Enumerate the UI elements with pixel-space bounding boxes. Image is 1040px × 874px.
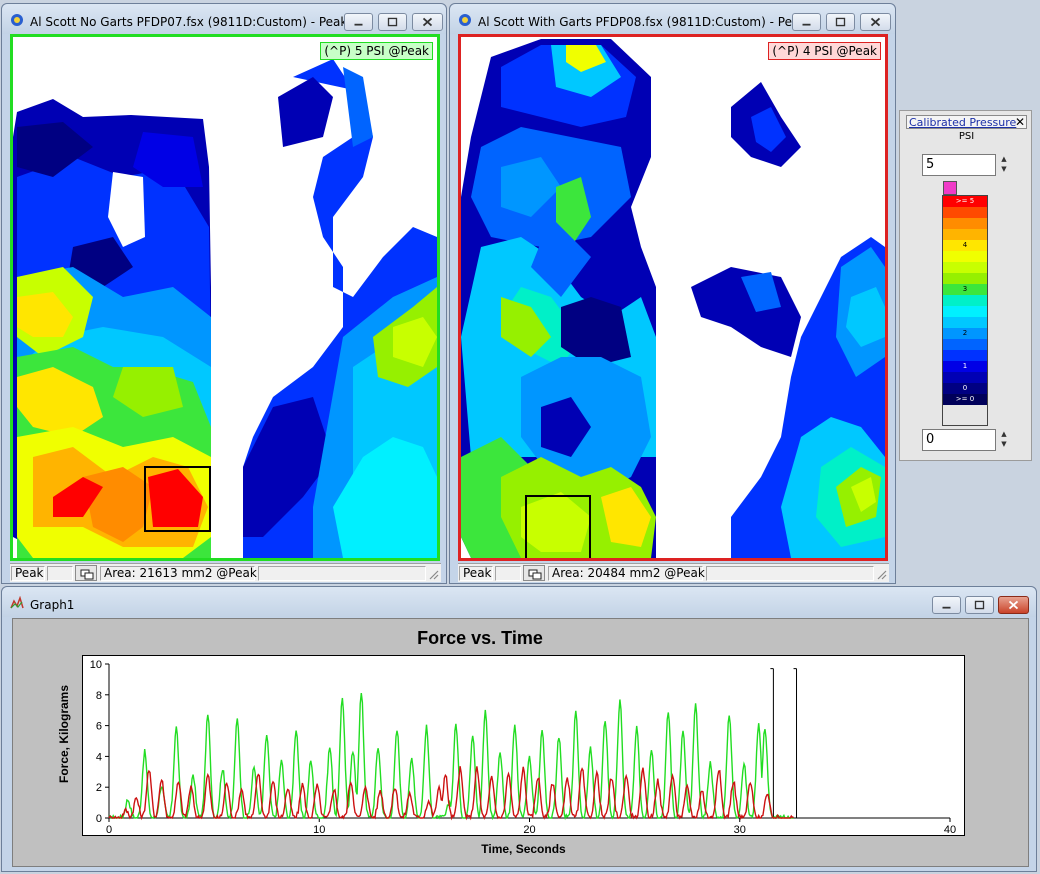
color-band: >= 5 [943, 196, 987, 207]
title-bar[interactable]: Al Scott With Garts PFDP08.fsx (9811D:Cu… [450, 4, 895, 34]
x-tick-label: 40 [944, 824, 956, 835]
color-band [943, 273, 987, 284]
window-title: Al Scott No Garts PFDP07.fsx (9811D:Cust… [30, 15, 348, 29]
title-bar[interactable]: Al Scott No Garts PFDP07.fsx (9811D:Cust… [2, 4, 446, 34]
color-band [943, 218, 987, 229]
resize-grip-icon[interactable] [427, 568, 439, 580]
color-band-label: 2 [962, 329, 968, 337]
status-area: Area: 20484 mm2 @Peak [548, 566, 705, 581]
status-bar: Peak Area: 21613 mm2 @Peak [10, 563, 441, 582]
legend-close-icon[interactable]: ✕ [1015, 115, 1025, 129]
min-value-input[interactable]: 0 [922, 429, 996, 451]
calibrated-pressure-legend[interactable]: Calibrated Pressure ✕ PSI 5 ▲ ▼ >= 5 4 3 2 1 0… [899, 110, 1032, 461]
status-blank [706, 566, 874, 581]
max-spin-arrows-icon[interactable]: ▲ ▼ [999, 154, 1009, 176]
window-arrange-button[interactable] [75, 565, 97, 581]
scale-label: (^P) 4 PSI @Peak [768, 42, 881, 60]
x-tick-label: 0 [106, 824, 112, 835]
status-mode: Peak [11, 566, 45, 581]
close-button[interactable] [998, 596, 1029, 614]
close-button[interactable] [412, 13, 443, 31]
color-band: 0 [943, 383, 987, 394]
minimize-button[interactable] [792, 13, 821, 31]
color-band: 2 [943, 328, 987, 339]
legend-header[interactable]: Calibrated Pressure ✕ [906, 115, 1027, 129]
minimize-button[interactable] [932, 596, 961, 614]
window-arrange-button[interactable] [523, 565, 545, 581]
resize-grip-icon[interactable] [875, 568, 887, 580]
color-band: 3 [943, 284, 987, 295]
close-button[interactable] [860, 13, 891, 31]
pressure-map-view[interactable]: (^P) 5 PSI @Peak [10, 34, 440, 561]
min-spin-arrows-icon[interactable]: ▲ ▼ [999, 429, 1009, 451]
color-band-label: >= 5 [955, 197, 975, 205]
color-band [943, 350, 987, 361]
color-band-label: 1 [962, 362, 968, 370]
color-band: 1 [943, 361, 987, 372]
x-tick-label: 10 [313, 824, 325, 835]
color-band [943, 229, 987, 240]
graph-canvas[interactable]: Force vs. Time Force, Kilograms 0 2 4 6 8 10 0… [12, 618, 1029, 867]
y-tick-label: 0 [96, 813, 102, 825]
status-blank [258, 566, 426, 581]
app-icon [459, 14, 471, 26]
y-tick-label: 6 [96, 721, 102, 733]
status-bar: Peak Area: 20484 mm2 @Peak [458, 563, 889, 582]
legend-unit: PSI [958, 131, 975, 142]
color-band [943, 339, 987, 350]
status-blank [47, 566, 73, 581]
color-band [943, 262, 987, 273]
color-band: >= 0 [943, 394, 987, 405]
color-band [943, 306, 987, 317]
saturation-color-swatch[interactable] [943, 181, 957, 195]
color-band-label: 3 [962, 285, 968, 293]
y-tick-label: 8 [96, 690, 102, 702]
color-band-label: >= 0 [955, 395, 975, 403]
x-tick-label: 20 [523, 824, 535, 835]
maximize-button[interactable] [826, 13, 855, 31]
max-value-input[interactable]: 5 [922, 154, 996, 176]
color-band-label: 4 [962, 241, 968, 249]
pressure-window-no-garts[interactable]: Al Scott No Garts PFDP07.fsx (9811D:Cust… [1, 3, 447, 584]
scale-label: (^P) 5 PSI @Peak [320, 42, 433, 60]
status-mode: Peak [459, 566, 493, 581]
graph-app-icon [10, 596, 24, 609]
pressure-map-left [13, 59, 437, 558]
maximize-button[interactable] [378, 13, 407, 31]
y-axis-label: Force, Kilograms [57, 684, 71, 784]
y-tick-label: 2 [96, 782, 102, 794]
minimize-button[interactable] [344, 13, 373, 31]
maximize-button[interactable] [965, 596, 994, 614]
chart-title: Force vs. Time [417, 628, 543, 648]
window-title: Al Scott With Garts PFDP08.fsx (9811D:Cu… [478, 15, 807, 29]
status-area: Area: 21613 mm2 @Peak [100, 566, 257, 581]
y-tick-label: 10 [90, 659, 102, 671]
x-tick-label: 30 [734, 824, 746, 835]
x-axis-label: Time, Seconds [481, 842, 566, 856]
pressure-map-view[interactable]: (^P) 4 PSI @Peak [458, 34, 888, 561]
y-tick-label: 4 [96, 751, 102, 763]
plot-area[interactable]: 0 2 4 6 8 10 0 10 20 30 40 [82, 655, 965, 836]
color-band-label: 0 [962, 384, 968, 392]
graph-window[interactable]: Graph1 Force vs. Time Force, Kilograms 0… [1, 586, 1037, 872]
color-scale-bar: >= 5 4 3 2 1 0 >= 0 [942, 195, 988, 426]
color-band [943, 295, 987, 306]
color-band [943, 251, 987, 262]
color-band [943, 207, 987, 218]
color-band: 4 [943, 240, 987, 251]
status-blank [495, 566, 521, 581]
legend-title: Calibrated Pressure [909, 116, 1017, 129]
app-icon [11, 14, 23, 26]
force-time-chart: 0 2 4 6 8 10 0 10 20 30 40 [90, 659, 956, 836]
color-band [943, 317, 987, 328]
title-bar[interactable]: Graph1 [2, 587, 1036, 617]
window-title: Graph1 [30, 598, 75, 612]
color-band [943, 372, 987, 383]
pressure-window-with-garts[interactable]: Al Scott With Garts PFDP08.fsx (9811D:Cu… [449, 3, 896, 584]
pressure-map-right [461, 39, 885, 558]
